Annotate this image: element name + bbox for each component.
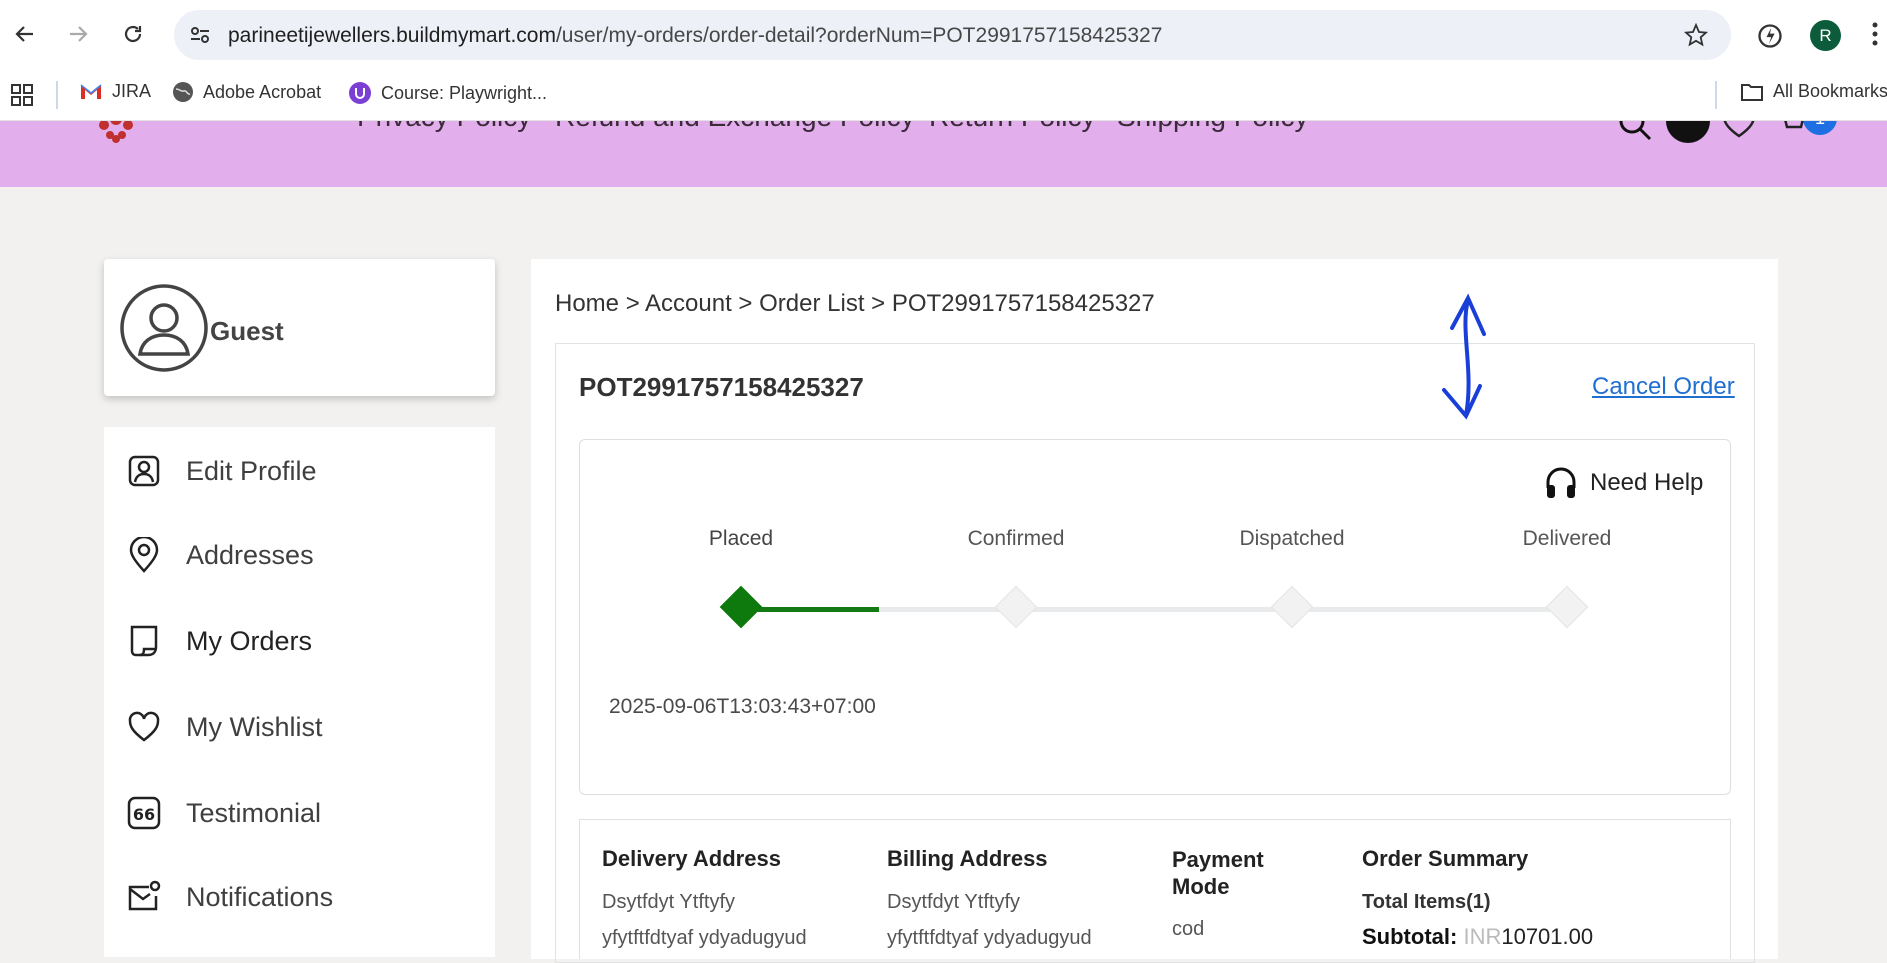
order-number: POT2991757158425327 bbox=[579, 372, 864, 402]
need-help-button[interactable]: Need Help bbox=[1544, 466, 1703, 500]
forward-button[interactable] bbox=[62, 18, 94, 50]
svg-text:66: 66 bbox=[133, 805, 155, 824]
site-settings-icon[interactable] bbox=[188, 23, 212, 47]
billing-address-title: Billing Address bbox=[887, 846, 1048, 871]
reload-button[interactable] bbox=[117, 18, 149, 50]
placed-timestamp: 2025-09-06T13:03:43+07:00 bbox=[609, 695, 876, 718]
order-summary-title: Order Summary bbox=[1362, 846, 1529, 871]
subtotal-currency: INR bbox=[1463, 924, 1502, 949]
step-label-delivered: Delivered bbox=[1522, 527, 1612, 550]
course-icon bbox=[349, 82, 371, 104]
receipt-icon bbox=[130, 625, 158, 657]
profile-card bbox=[104, 259, 495, 396]
user-avatar-icon bbox=[120, 284, 208, 372]
payment-mode-value: cod bbox=[1172, 918, 1205, 940]
location-pin-icon bbox=[129, 537, 159, 573]
billing-name: Dsytfdyt Ytftyfy bbox=[887, 891, 1020, 913]
profile-initial: R bbox=[1819, 25, 1832, 45]
step-label-dispatched: Dispatched bbox=[1239, 527, 1345, 550]
menu-item-label: My Orders bbox=[186, 625, 313, 656]
menu-item-edit-profile[interactable]: Edit Profile bbox=[104, 441, 495, 501]
address-bar[interactable]: parineetijewellers.buildmymart.com/user/… bbox=[174, 10, 1731, 60]
all-bookmarks[interactable]: All Bookmarks bbox=[1740, 81, 1887, 102]
menu-item-label: Edit Profile bbox=[186, 455, 317, 486]
payment-mode-title: Payment Mode bbox=[1172, 847, 1264, 899]
wishlist-heart-icon[interactable] bbox=[1722, 121, 1756, 139]
billing-address-line: yfytftfdtyaf ydyadugyud bbox=[887, 927, 1092, 949]
need-help-label: Need Help bbox=[1590, 469, 1704, 496]
folder-icon bbox=[1741, 83, 1763, 101]
subtotal-label: Subtotal: bbox=[1362, 924, 1458, 949]
total-items: Total Items(1) bbox=[1362, 891, 1491, 913]
bookmark-label: Adobe Acrobat bbox=[203, 81, 322, 102]
brand-logo-icon[interactable] bbox=[86, 121, 146, 145]
back-button[interactable] bbox=[9, 18, 41, 50]
apps-grid-icon[interactable] bbox=[10, 83, 34, 107]
step-label-placed: Placed bbox=[708, 527, 774, 550]
globe-icon bbox=[173, 82, 193, 102]
menu-item-my-wishlist[interactable]: My Wishlist bbox=[104, 697, 495, 757]
account-avatar[interactable] bbox=[1666, 121, 1710, 143]
arrow-left-icon bbox=[15, 26, 33, 42]
gmail-icon bbox=[80, 83, 102, 99]
menu-item-notifications[interactable]: Notifications bbox=[104, 867, 495, 927]
menu-item-my-orders[interactable]: My Orders bbox=[104, 611, 495, 671]
user-id-icon bbox=[128, 455, 160, 487]
menu-item-label: Notifications bbox=[186, 881, 334, 912]
all-bookmarks-label: All Bookmarks bbox=[1773, 81, 1887, 101]
breadcrumb[interactable]: Home > Account > Order List > POT2991757… bbox=[555, 290, 1155, 318]
progress-track-completed bbox=[741, 607, 879, 612]
menu-item-label: My Wishlist bbox=[186, 711, 323, 742]
delivery-address-title: Delivery Address bbox=[602, 846, 781, 871]
heart-icon bbox=[128, 711, 160, 742]
site-header: Privacy Policy Refund and Exchange Polic… bbox=[0, 121, 1887, 187]
reload-icon bbox=[124, 25, 142, 43]
quote-icon: 66 bbox=[127, 796, 161, 830]
nav-refund-exchange-policy[interactable]: Refund and Exchange Policy bbox=[555, 121, 915, 133]
menu-item-label: Testimonial bbox=[186, 797, 322, 828]
bookmarks-bar: JIRA Adobe Acrobat Course: Playwright...… bbox=[0, 70, 1887, 121]
cart-icon[interactable] bbox=[1776, 121, 1806, 137]
nav-privacy-policy[interactable]: Privacy Policy bbox=[357, 121, 531, 133]
url-host: parineetijewellers.buildmymart.com bbox=[228, 24, 556, 47]
user-name: Guest bbox=[210, 316, 284, 346]
account-menu: Edit Profile Addresses My Orders My Wish… bbox=[104, 427, 495, 957]
subtotal-row: Subtotal: INR10701.00 bbox=[1362, 924, 1593, 950]
search-icon[interactable] bbox=[1618, 121, 1652, 141]
arrow-right-icon bbox=[70, 26, 88, 42]
star-icon[interactable] bbox=[1684, 23, 1708, 47]
bookmark-adobe-acrobat[interactable]: Adobe Acrobat bbox=[172, 81, 321, 103]
mail-notification-icon bbox=[128, 880, 161, 911]
extension-icon[interactable] bbox=[1756, 22, 1784, 50]
bookmark-label: JIRA bbox=[112, 81, 152, 101]
delivery-name: Dsytfdyt Ytftyfy bbox=[602, 891, 735, 913]
subtotal-value: 10701.00 bbox=[1501, 924, 1594, 949]
menu-dots-icon[interactable] bbox=[1868, 20, 1882, 48]
cart-count-badge: 1 bbox=[1803, 121, 1837, 135]
cart-count: 1 bbox=[1815, 121, 1825, 129]
menu-item-label: Addresses bbox=[186, 539, 314, 570]
nav-shipping-policy[interactable]: Shipping Policy bbox=[1117, 121, 1308, 133]
profile-avatar[interactable]: R bbox=[1810, 20, 1841, 51]
delivery-address-line: yfytftfdtyaf ydyadugyud bbox=[602, 927, 807, 949]
menu-item-testimonial[interactable]: 66 Testimonial bbox=[104, 783, 495, 843]
bookmark-course-playwright[interactable]: Course: Playwright... bbox=[348, 81, 547, 105]
bookmark-jira[interactable]: JIRA bbox=[79, 81, 151, 102]
step-label-confirmed: Confirmed bbox=[967, 527, 1065, 550]
headphones-icon bbox=[1546, 467, 1576, 498]
nav-return-policy[interactable]: Return Policy bbox=[929, 121, 1096, 133]
cancel-order-link[interactable]: Cancel Order bbox=[1592, 373, 1735, 401]
menu-item-addresses[interactable]: Addresses bbox=[104, 525, 495, 585]
scroll-annotation-arrow bbox=[1442, 293, 1486, 420]
bookmark-label: Course: Playwright... bbox=[381, 82, 548, 103]
browser-toolbar: parineetijewellers.buildmymart.com/user/… bbox=[0, 0, 1887, 70]
url-path: /user/my-orders/order-detail?orderNum=PO… bbox=[555, 24, 1163, 47]
url-text: parineetijewellers.buildmymart.com/user/… bbox=[228, 24, 1162, 48]
